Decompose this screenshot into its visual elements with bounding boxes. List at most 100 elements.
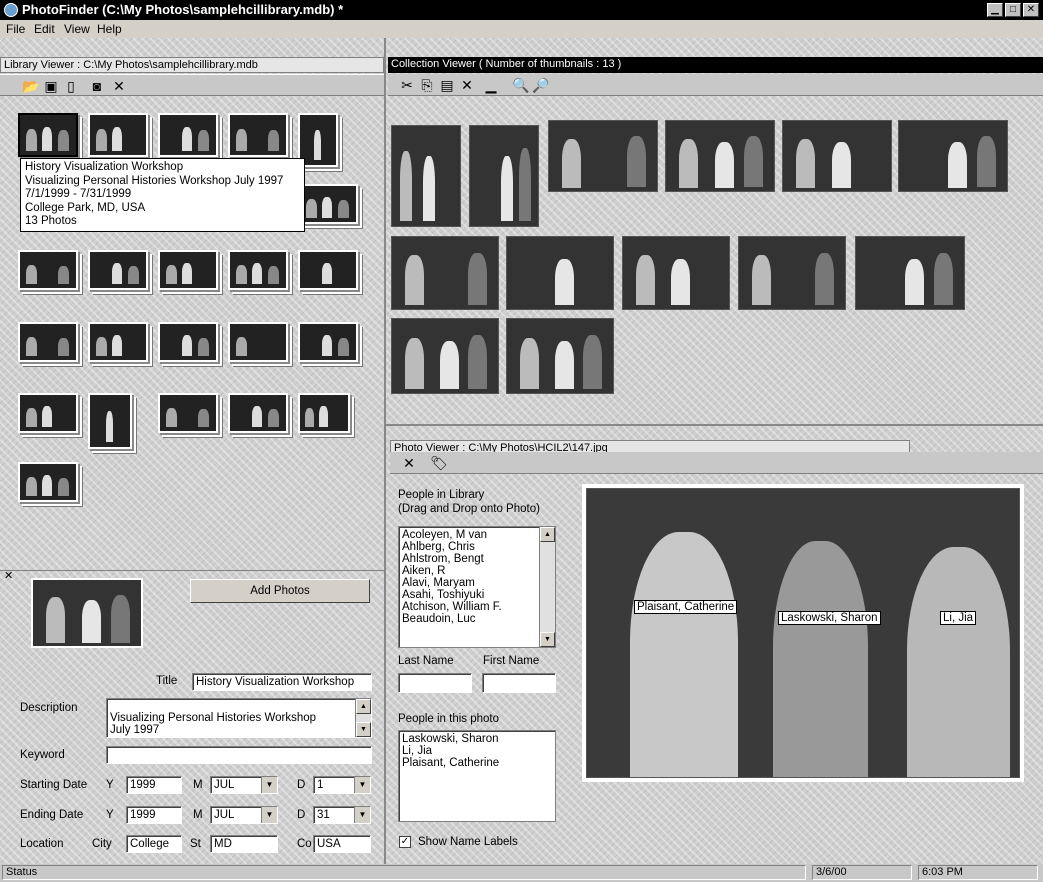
collection-thumbnail[interactable] xyxy=(228,393,288,433)
close-form-icon[interactable]: ✕ xyxy=(4,569,13,582)
show-name-labels-checkbox[interactable]: ✓ xyxy=(399,836,411,848)
save-icon[interactable]: ▣ xyxy=(42,78,60,94)
country-field[interactable]: USA xyxy=(313,835,371,853)
collection-thumbnail[interactable] xyxy=(88,113,148,157)
name-label-li[interactable]: Li, Jia xyxy=(940,611,977,625)
list-item[interactable]: Li, Jia xyxy=(402,745,552,757)
collection-thumbnail[interactable] xyxy=(298,184,358,224)
paste-icon[interactable]: ▤ xyxy=(438,77,456,93)
menu-help[interactable]: Help xyxy=(97,22,122,36)
name-label-laskowski[interactable]: Laskowski, Sharon xyxy=(778,611,881,625)
start-year-field[interactable]: 1999 xyxy=(126,776,182,794)
list-item[interactable]: Ahlberg, Chris xyxy=(402,541,552,553)
list-item[interactable]: Beaudoin, Luc xyxy=(402,613,552,625)
add-photos-button[interactable]: Add Photos xyxy=(190,579,370,603)
collection-thumbnail[interactable] xyxy=(18,113,78,157)
collection-thumbnail[interactable] xyxy=(18,393,78,433)
collection-thumbnail[interactable] xyxy=(228,250,288,290)
end-month-select[interactable]: JUL ▼ xyxy=(210,806,278,824)
start-day-select[interactable]: 1 ▼ xyxy=(313,776,371,794)
chevron-down-icon[interactable]: ▼ xyxy=(261,807,277,823)
list-item[interactable]: Acoleyen, M van xyxy=(402,529,552,541)
list-item[interactable]: Atchison, William F. xyxy=(402,601,552,613)
first-name-field[interactable] xyxy=(482,673,556,693)
blank-icon[interactable]: ▁ xyxy=(482,77,500,93)
photo-thumbnail[interactable] xyxy=(738,236,846,310)
collection-thumbnail[interactable] xyxy=(88,250,148,290)
people-in-photo-list[interactable]: Laskowski, Sharon Li, Jia Plaisant, Cath… xyxy=(398,730,556,822)
start-month-select[interactable]: JUL ▼ xyxy=(210,776,278,794)
collection-thumbnail[interactable] xyxy=(158,250,218,290)
chevron-down-icon[interactable]: ▼ xyxy=(354,807,370,823)
end-day-select[interactable]: 31 ▼ xyxy=(313,806,371,824)
maximize-button[interactable]: □ xyxy=(1005,3,1021,17)
camera-icon[interactable]: ◙ xyxy=(88,78,106,94)
menu-file[interactable]: File xyxy=(6,22,25,36)
zoom-in-icon[interactable]: 🔍 xyxy=(512,77,530,93)
zoom-out-icon[interactable]: 🔎 xyxy=(532,77,550,93)
people-scrollbar[interactable]: ▲ ▼ xyxy=(539,527,555,647)
photo-thumbnail[interactable] xyxy=(506,236,614,310)
description-scrollbar[interactable]: ▲ ▼ xyxy=(355,699,371,737)
collection-thumbnail[interactable] xyxy=(18,322,78,362)
collection-thumbnail[interactable] xyxy=(158,393,218,433)
name-label-plaisant[interactable]: Plaisant, Catherine xyxy=(634,600,738,614)
photo-thumbnail[interactable] xyxy=(855,236,965,310)
photo-thumbnail[interactable] xyxy=(622,236,730,310)
photo-thumbnail[interactable] xyxy=(391,125,461,227)
description-field[interactable]: Visualizing Personal Histories Workshop … xyxy=(106,698,372,738)
title-field[interactable]: History Visualization Workshop xyxy=(192,673,372,691)
collection-thumbnail[interactable] xyxy=(88,393,132,449)
photo-thumbnail[interactable] xyxy=(782,120,892,192)
delete-icon[interactable]: ✕ xyxy=(458,77,476,93)
first-name-label: First Name xyxy=(483,655,540,667)
vertical-splitter[interactable] xyxy=(384,38,386,864)
horizontal-splitter[interactable] xyxy=(386,424,1043,426)
list-item[interactable]: Laskowski, Sharon xyxy=(402,733,552,745)
list-item[interactable]: Asahi, Toshiyuki xyxy=(402,589,552,601)
photo-thumbnail[interactable] xyxy=(898,120,1008,192)
photo-thumbnail[interactable] xyxy=(665,120,775,192)
list-item[interactable]: Ahlstrom, Bengt xyxy=(402,553,552,565)
photo-thumbnail[interactable] xyxy=(391,236,499,310)
collection-thumbnail[interactable] xyxy=(158,113,218,157)
delete-icon[interactable]: ✕ xyxy=(400,455,418,471)
tooltip-dates: 7/1/1999 - 7/31/1999 xyxy=(25,188,132,200)
collection-thumbnail[interactable] xyxy=(88,322,148,362)
state-field[interactable]: MD xyxy=(210,835,278,853)
collection-thumbnail[interactable] xyxy=(298,393,350,433)
city-field[interactable]: College xyxy=(126,835,182,853)
collection-thumbnail[interactable] xyxy=(228,322,288,362)
collection-thumbnail[interactable] xyxy=(18,250,78,290)
title-bar[interactable]: PhotoFinder (C:\My Photos\samplehcillibr… xyxy=(0,0,1043,20)
label-icon[interactable]: 🏷 xyxy=(430,455,448,471)
copy-icon[interactable]: ⎘ xyxy=(418,77,436,93)
collection-thumbnail[interactable] xyxy=(228,113,288,157)
new-file-icon[interactable]: ▯ xyxy=(62,78,80,94)
collection-thumbnail[interactable] xyxy=(18,462,78,502)
open-folder-icon[interactable]: 📂 xyxy=(22,78,40,94)
menu-edit[interactable]: Edit xyxy=(34,22,55,36)
collection-thumbnail[interactable] xyxy=(158,322,218,362)
photo-thumbnail[interactable] xyxy=(548,120,658,192)
people-in-library-list[interactable]: Acoleyen, M van Ahlberg, Chris Ahlstrom,… xyxy=(398,526,556,648)
delete-icon[interactable]: ✕ xyxy=(110,78,128,94)
minimize-button[interactable]: ▁ xyxy=(987,3,1003,17)
list-item[interactable]: Alavi, Maryam xyxy=(402,577,552,589)
photo-thumbnail[interactable] xyxy=(469,125,539,227)
list-item[interactable]: Plaisant, Catherine xyxy=(402,757,552,769)
collection-thumbnail[interactable] xyxy=(298,322,358,362)
main-photo[interactable] xyxy=(586,488,1020,778)
list-item[interactable]: Aiken, R xyxy=(402,565,552,577)
cut-icon[interactable]: ✂ xyxy=(398,77,416,93)
photo-thumbnail[interactable] xyxy=(506,318,614,394)
end-year-field[interactable]: 1999 xyxy=(126,806,182,824)
chevron-down-icon[interactable]: ▼ xyxy=(261,777,277,793)
collection-thumbnail[interactable] xyxy=(298,250,358,290)
last-name-field[interactable] xyxy=(398,673,472,693)
close-button[interactable]: ✕ xyxy=(1023,3,1039,17)
menu-view[interactable]: View xyxy=(64,22,90,36)
chevron-down-icon[interactable]: ▼ xyxy=(354,777,370,793)
keyword-field[interactable] xyxy=(106,746,372,764)
photo-thumbnail[interactable] xyxy=(391,318,499,394)
